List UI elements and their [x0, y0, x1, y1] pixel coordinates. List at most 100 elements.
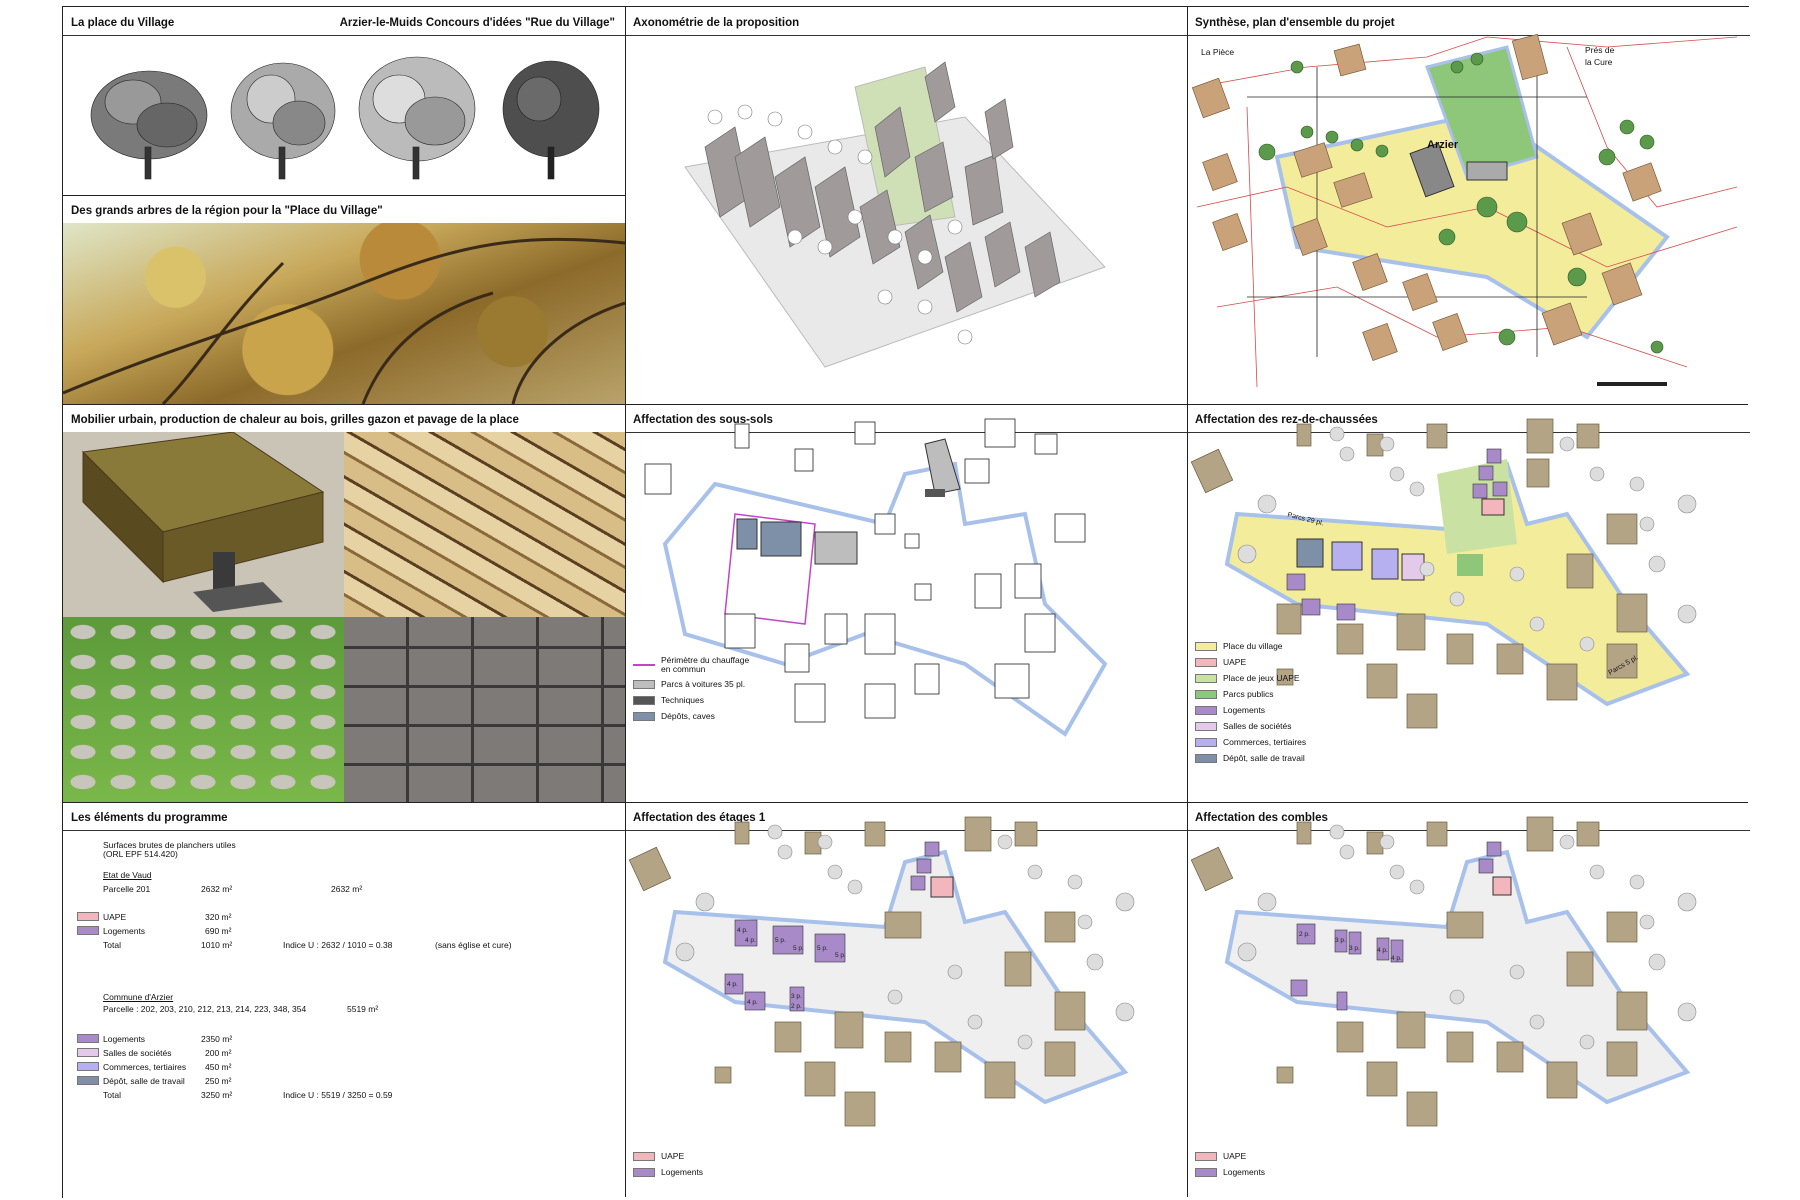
panel-place-du-village: La place du Village Arzier-le-Muids Conc… [63, 7, 625, 195]
programme-table: Surfaces brutes de planchers utiles (ORL… [63, 802, 625, 1199]
panel-title: Mobilier urbain, production de chaleur a… [71, 414, 519, 426]
unit-label: 2 p. [1299, 931, 1310, 938]
unit-label: 5 p. [793, 945, 804, 952]
panel-etages-1: Affectation des étages 1 4 p. 4 p. 5 p. … [625, 802, 1187, 1199]
legend-label: Dépôt, salle de travail [1223, 753, 1305, 763]
legend-item-perimetre: Périmètre du chauffage en commun [633, 654, 773, 676]
unit-label: 3 p. [1349, 945, 1360, 952]
legend-label: Place du village [1223, 641, 1283, 651]
commune-total-label: Total [103, 1090, 121, 1100]
tree-4 [502, 60, 600, 180]
legend-swatch [633, 711, 655, 721]
legend-combles: UAPE Logements [1195, 1148, 1315, 1180]
legend-swatch [633, 1167, 655, 1177]
legend-item-uape: UAPE [633, 1148, 753, 1164]
legend-item-place: Place du village [1195, 638, 1345, 654]
legend-label: Parcs à voitures 35 pl. [661, 679, 746, 689]
legend-label: Logements [661, 1167, 704, 1177]
legend-swatch [1195, 1151, 1217, 1161]
parcelle-201-area-total: 2632 m² [331, 884, 363, 894]
legend-item-depot: Dépôt, salle de travail [1195, 750, 1345, 766]
etat-total-value: 1010 m² [201, 940, 233, 950]
legend-label: UAPE [1223, 657, 1247, 667]
panel-mobilier-urbain: Mobilier urbain, production de chaleur a… [63, 404, 625, 802]
legend-item-parcs: Parcs publics [1195, 686, 1345, 702]
legend-item-jeux: Place de jeux UAPE [1195, 670, 1345, 686]
legend-swatch [1195, 1167, 1217, 1177]
legend-swatch [1195, 705, 1217, 715]
parcelle-201-area: 2632 m² [201, 884, 233, 894]
legend-item-uape: UAPE [1195, 1148, 1315, 1164]
swatch-commerces [77, 1062, 99, 1071]
legend-etages: UAPE Logements [633, 1148, 753, 1180]
panel-title: Des grands arbres de la région pour la "… [71, 205, 383, 217]
photo-firewood [344, 432, 625, 617]
photo-grass-grid-pavers [63, 617, 344, 802]
tree-2 [230, 62, 336, 180]
legend-label: Commerces, tertiaires [1223, 737, 1307, 747]
etat-row-value: 320 m² [205, 912, 232, 922]
etat-row-value: 690 m² [205, 926, 232, 936]
legend-item-techniques: Techniques [633, 692, 773, 708]
legend-label: UAPE [661, 1151, 685, 1161]
unit-label: 3 p. [791, 993, 802, 1000]
legend-swatch [633, 679, 655, 689]
unit-label: 5 p. [775, 937, 786, 944]
unit-label: 4 p. [1391, 955, 1402, 962]
tree-1 [90, 70, 208, 180]
label-la-piece: La Pièce [1201, 47, 1235, 57]
commune-row-label: Dépôt, salle de travail [103, 1076, 185, 1086]
photo-autumn-tree [63, 223, 625, 404]
legend-swatch [1195, 641, 1217, 651]
legend-label: Parcs publics [1223, 689, 1274, 699]
swatch-uape [77, 912, 99, 921]
etat-title: Etat de Vaud [103, 870, 152, 880]
parcelle-201: Parcelle 201 [103, 884, 151, 894]
swatch-logements [77, 926, 99, 935]
unit-label: 3 p. [1335, 937, 1346, 944]
legend-swatch [633, 664, 655, 666]
commune-indice: Indice U : 5519 / 3250 = 0.59 [283, 1090, 393, 1100]
unit-label: 5 p. [835, 952, 846, 959]
label-arzier: Arzier [1427, 139, 1459, 151]
legend-item-logements: Logements [633, 1164, 753, 1180]
panel-axonometrie: Axonométrie de la proposition [625, 7, 1187, 404]
commune-row-value: 450 m² [205, 1062, 232, 1072]
legend-swatch [633, 1151, 655, 1161]
legend-label: Techniques [661, 695, 705, 705]
panel-synthese: Synthèse, plan d'ensemble du projet La P… [1187, 7, 1750, 404]
legend-sous-sols: Périmètre du chauffage en commun Parcs à… [633, 654, 773, 724]
label-pres-de: Prés de [1585, 45, 1615, 55]
swatch-depot [77, 1076, 99, 1085]
competition-board: La place du Village Arzier-le-Muids Conc… [62, 6, 1750, 1199]
legend-swatch [1195, 689, 1217, 699]
legend-label: Périmètre du chauffage en commun [661, 655, 750, 674]
legend-swatch [1195, 753, 1217, 763]
etat-note: (sans église et cure) [435, 940, 512, 950]
legend-item-logements: Logements [1195, 1164, 1315, 1180]
legend-item-uape: UAPE [1195, 654, 1345, 670]
legend-item-logements: Logements [1195, 702, 1345, 718]
unit-label: 4 p. [737, 927, 748, 934]
legend-swatch [1195, 737, 1217, 747]
legend-item-depots: Dépôts, caves [633, 708, 773, 724]
heading-orl: (ORL EPF 514.420) [103, 849, 178, 859]
etat-row-label: Logements [103, 926, 146, 936]
commune-row-label: Salles de sociétés [103, 1048, 172, 1058]
photo-wooden-bench [63, 432, 344, 617]
legend-label: Logements [1223, 1167, 1266, 1177]
legend-rez: Place du village UAPE Place de jeux UAPE… [1195, 638, 1345, 766]
panel-programme: Les éléments du programme Surfaces brute… [63, 802, 625, 1199]
swatch-salles [77, 1048, 99, 1057]
panel-rez-de-chaussees: Affectation des rez-de-chaussées Parcs 2… [1187, 404, 1750, 802]
unit-label: 5 p. [817, 945, 828, 952]
label-la-cure: la Cure [1585, 57, 1613, 67]
photo-stone-paving [344, 617, 625, 802]
attic-plan: 2 p. 3 p. 3 p. 4 p. 4 p. [1190, 816, 1697, 1127]
commune-area: 5519 m² [347, 1004, 379, 1014]
commune-row-value: 2350 m² [201, 1034, 233, 1044]
legend-label: Place de jeux UAPE [1223, 673, 1300, 683]
first-floor-plan: 4 p. 4 p. 5 p. 5 p. 5 p. 5 p. 4 p. 4 p. … [628, 816, 1135, 1127]
legend-swatch [1195, 657, 1217, 667]
legend-swatch [1195, 721, 1217, 731]
